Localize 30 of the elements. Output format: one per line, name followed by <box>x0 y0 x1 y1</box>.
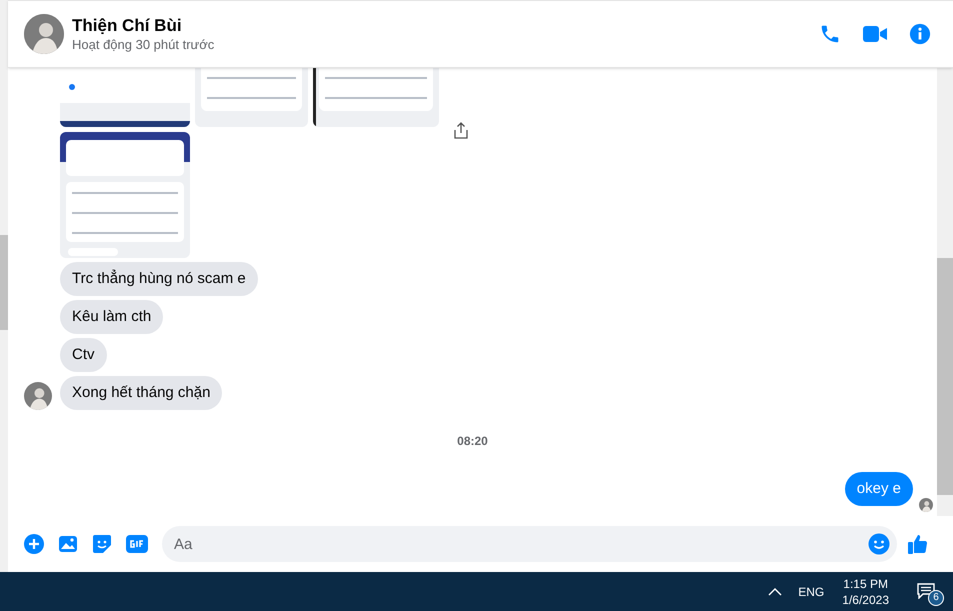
info-icon[interactable] <box>909 23 931 45</box>
message-bubble: Kêu làm cth <box>60 300 164 334</box>
message-bubble: Ctv <box>60 338 106 372</box>
message-bubble: okey e <box>844 472 913 506</box>
scrollbar-thumb[interactable] <box>937 258 953 495</box>
timestamp: 08:20 <box>457 433 488 450</box>
plus-icon[interactable] <box>24 534 44 554</box>
chevron-up-icon[interactable] <box>768 586 782 596</box>
message-bubble: Xong hết tháng chặn <box>60 376 222 410</box>
message-input[interactable]: Aa <box>162 526 897 562</box>
gif-icon[interactable] <box>126 534 148 554</box>
clock-time[interactable]: 1:15 PM <box>843 576 888 592</box>
contact-avatar[interactable] <box>24 14 64 54</box>
contact-status: Hoạt động 30 phút trước <box>72 37 214 53</box>
message-bubble: Trc thẳng hùng nó scam e <box>60 262 258 296</box>
clock-date[interactable]: 1/6/2023 <box>842 592 889 608</box>
chat-bubble-icon <box>917 582 935 598</box>
sticker-icon[interactable] <box>92 534 112 554</box>
video-camera-icon[interactable] <box>863 24 887 44</box>
contact-name: Thiện Chí Bùi <box>72 15 183 37</box>
notification-button[interactable]: 6 <box>915 578 943 606</box>
share-icon[interactable] <box>454 122 468 139</box>
thumbs-up-icon[interactable] <box>907 533 929 555</box>
phone-icon[interactable] <box>819 23 841 45</box>
sender-avatar[interactable] <box>24 382 52 410</box>
notification-badge: 6 <box>928 590 944 606</box>
emoji-icon[interactable] <box>868 533 890 555</box>
language-indicator[interactable]: ENG <box>798 582 824 600</box>
image-icon[interactable] <box>58 534 78 554</box>
scrollbar-thumb[interactable] <box>0 235 8 330</box>
